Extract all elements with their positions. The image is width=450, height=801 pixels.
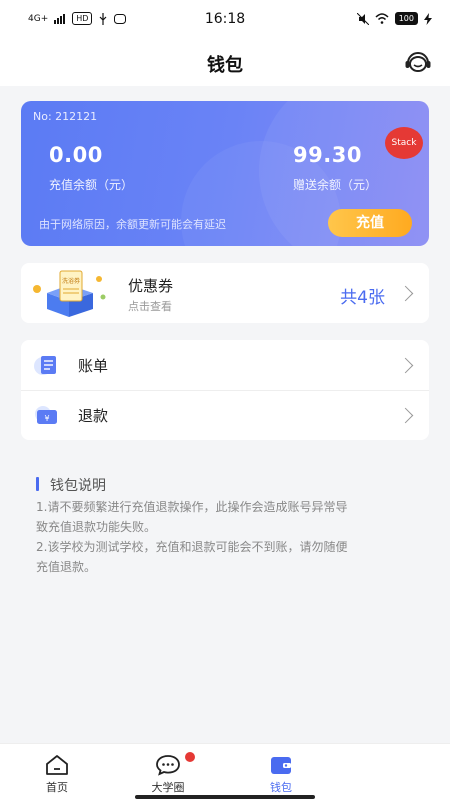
bill-label: 账单: [78, 357, 109, 375]
chevron-right-icon: [397, 285, 414, 302]
coupon-subtitle: 点击查看: [128, 300, 172, 313]
page-title: 钱包: [207, 55, 243, 76]
description-line: 1.请不要频繁进行充值退款操作，此操作会造成账号异常导: [36, 500, 348, 514]
balance-delay-notice: 由于网络原因，余额更新可能会有延迟: [39, 218, 226, 231]
home-icon: [46, 755, 68, 775]
coupon-gift-box-icon: 洗浴券: [33, 270, 106, 317]
bill-icon: [34, 356, 56, 375]
section-accent-bar: [36, 477, 39, 491]
topup-button[interactable]: 充值: [328, 209, 412, 237]
customer-service-icon[interactable]: [404, 50, 432, 76]
coupon-count: 共4张: [340, 288, 385, 308]
card-number: No: 212121: [33, 110, 98, 123]
gift-balance-label: 赠送余额（元）: [293, 178, 378, 192]
wallet-balance-card: No: 212121 Stack 0.00 充值余额（元） 99.30 赠送余额…: [21, 101, 429, 246]
tab-campus-label: 大学圈: [151, 781, 185, 794]
page-header: 钱包: [0, 40, 450, 86]
coupon-illustration-text: 洗浴券: [62, 277, 80, 285]
recharge-balance-label: 充值余额（元）: [49, 178, 134, 192]
description-line: 2.该学校为测试学校，充值和退款可能会不到账，请勿随便: [36, 540, 348, 554]
stack-badge[interactable]: Stack: [385, 127, 423, 159]
list-item-bill[interactable]: 账单: [21, 340, 429, 391]
chevron-right-icon: [397, 357, 414, 374]
bottom-tab-bar: 首页 大学圈 钱包: [0, 743, 450, 801]
tab-wallet[interactable]: 钱包: [226, 744, 336, 801]
tab-home[interactable]: 首页: [2, 744, 112, 801]
list-item-refund[interactable]: ¥ 退款: [21, 390, 429, 440]
description-line: 致充值退款功能失败。: [36, 520, 157, 534]
wallet-actions-list: 账单 ¥ 退款: [21, 340, 429, 440]
status-right: 100: [356, 12, 432, 25]
recharge-balance-value: 0.00: [49, 143, 103, 167]
svg-text:¥: ¥: [44, 414, 49, 423]
chat-bubble-icon: [156, 755, 180, 776]
tab-wallet-label: 钱包: [270, 781, 292, 794]
wallet-icon: [271, 757, 291, 774]
status-bar: 4G+ HD 16:18 100: [0, 0, 450, 40]
tab-home-label: 首页: [46, 781, 68, 794]
description-title: 钱包说明: [50, 478, 106, 494]
chevron-right-icon: [397, 407, 414, 424]
mute-icon: [356, 12, 369, 25]
description-line: 充值退款。: [36, 560, 97, 574]
home-indicator[interactable]: [135, 795, 315, 799]
charging-icon: [424, 12, 432, 25]
tab-campus[interactable]: 大学圈: [113, 744, 223, 801]
coupon-entry[interactable]: 洗浴券 优惠券 点击查看 共4张: [21, 263, 429, 323]
coupon-title: 优惠券: [128, 277, 174, 295]
refund-wallet-icon: ¥: [35, 406, 57, 424]
notification-dot: [185, 752, 195, 762]
battery-indicator: 100: [394, 12, 418, 25]
wifi-icon: [375, 13, 389, 24]
refund-label: 退款: [78, 407, 109, 425]
gift-balance-value: 99.30: [293, 143, 362, 167]
